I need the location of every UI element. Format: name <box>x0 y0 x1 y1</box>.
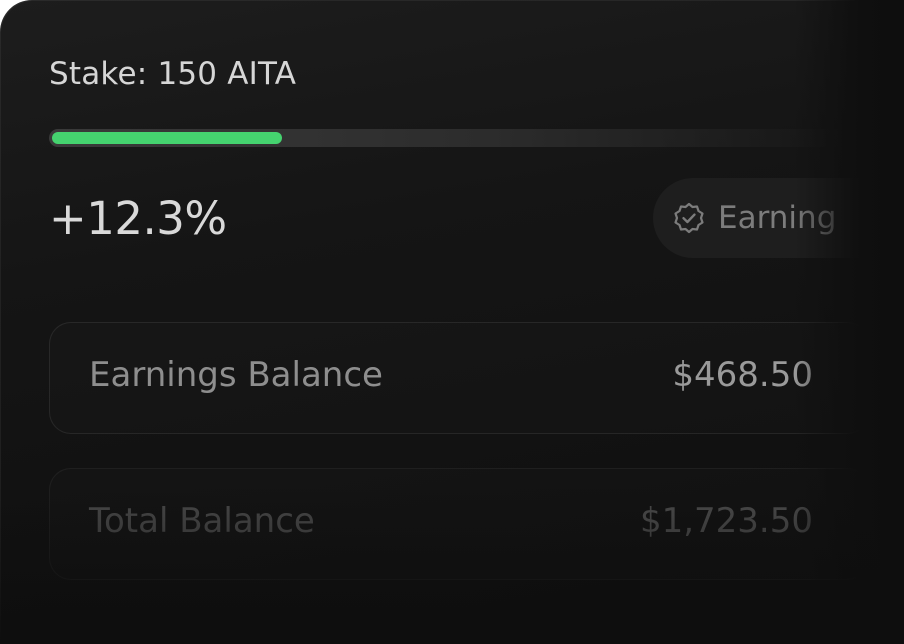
staking-card: Stake: 150 AITA +12.3% Earning Earnings … <box>0 0 904 644</box>
total-balance-row: Total Balance $1,723.50 <box>49 468 869 580</box>
stake-progress-fill <box>52 132 282 144</box>
earning-status-label: Earning <box>718 200 837 236</box>
stake-amount-label: Stake: 150 AITA <box>49 56 297 92</box>
badge-check-icon <box>672 201 706 235</box>
stake-progress-bar <box>49 129 849 147</box>
earning-status-badge: Earning <box>653 178 904 258</box>
total-balance-value: $1,723.50 <box>639 501 813 541</box>
earnings-balance-value: $468.50 <box>672 355 813 395</box>
total-balance-label: Total Balance <box>89 501 315 541</box>
earnings-balance-label: Earnings Balance <box>89 355 383 395</box>
earnings-balance-row: Earnings Balance $468.50 <box>49 322 869 434</box>
percent-change: +12.3% <box>49 192 227 245</box>
